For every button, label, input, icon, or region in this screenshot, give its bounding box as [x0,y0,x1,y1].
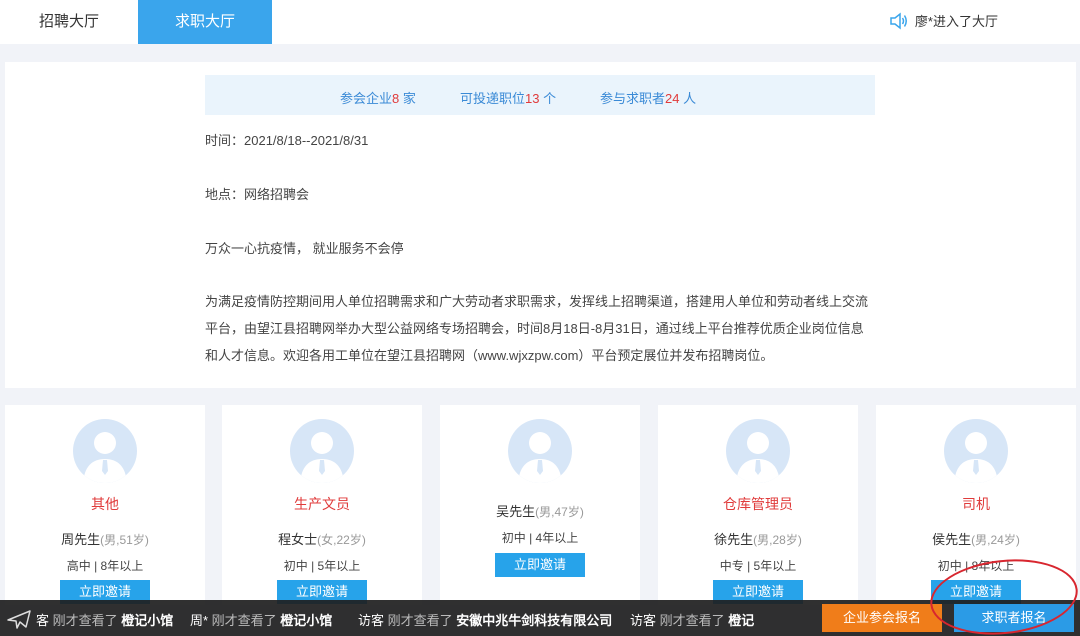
notice-text: 进入了大厅 [932,14,998,29]
stat-positions-label: 可投递职位 [460,91,526,106]
stat-seekers-label: 参与求职者 [600,91,666,106]
stat-positions-unit: 个 [539,91,557,106]
ticker-action: 刚才查看了 [384,613,457,628]
ticker-action: 刚才查看了 [49,613,122,628]
candidate-meta: (女,22岁) [317,533,366,547]
invite-button[interactable]: 立即邀请 [495,553,585,577]
candidate-meta: (男,47岁) [535,505,584,519]
stats-bar: 参会企业8 家 可投递职位13 个 参与求职者24 人 [205,75,875,115]
avatar [726,419,790,483]
avatar [508,419,572,483]
candidate-name-text: 吴先生 [496,504,536,519]
enterprise-signup-button[interactable]: 企业参会报名 [822,604,942,632]
candidate-card: 其他 周先生(男,51岁) 高中 | 8年以上 立即邀请 [5,405,205,605]
candidate-meta: (男,28岁) [753,533,802,547]
candidate-meta: (男,51岁) [100,533,149,547]
candidate-job-title: 其他 [91,496,119,512]
candidate-card: 仓库管理员 徐先生(男,28岁) 中专 | 5年以上 立即邀请 [658,405,858,605]
bottom-ticker-bar: 客 刚才查看了 橙记小馆 周* 刚才查看了 橙记小馆 访客 刚才查看了 安徽中兆… [0,600,1080,636]
candidate-card: 司机 侯先生(男,24岁) 初中 | 8年以上 立即邀请 [876,405,1076,605]
avatar [290,419,354,483]
jobseeker-signup-button[interactable]: 求职者报名 [954,604,1074,632]
fair-location: 地点：网络招聘会 [205,187,310,202]
stat-companies-label: 参会企业 [340,91,393,106]
ticker-visitor: 周* [190,613,209,628]
candidate-job-title: 仓库管理员 [723,496,793,512]
candidate-name-text: 周先生 [61,532,101,547]
candidate-education: 初中 | 5年以上 [283,559,361,573]
candidate-name: 吴先生(男,47岁) [440,501,640,520]
fair-slogan: 万众一心抗疫情， 就业服务不会停 [205,241,404,256]
candidate-name-text: 侯先生 [932,532,972,547]
candidate-education: 初中 | 4年以上 [501,531,579,545]
stat-seekers-unit: 人 [679,91,697,106]
candidate-meta: (男,24岁) [971,533,1020,547]
stat-positions-value: 13 [525,91,540,106]
entry-notice: 廖* 进入了大厅 [889,11,998,30]
candidate-name: 程女士(女,22岁) [222,529,422,548]
avatar [73,419,137,483]
candidate-name-text: 程女士 [278,532,318,547]
ticker-visitor: 访客 [358,613,385,628]
top-bar: 招聘大厅 求职大厅 廖* 进入了大厅 [0,0,1080,44]
candidate-name-text: 徐先生 [714,532,754,547]
ticker-item: 访客 刚才查看了 安徽中兆牛剑科技有限公司 [358,610,612,629]
candidate-education: 中专 | 5年以上 [719,559,797,573]
ticker-item: 客 刚才查看了 橙记小馆 [36,610,173,629]
tab-recruit-hall[interactable]: 招聘大厅 [0,0,138,44]
ticker-action: 刚才查看了 [656,613,729,628]
ticker-action: 刚才查看了 [208,613,281,628]
ticker-item: 周* 刚才查看了 橙记小馆 [190,610,332,629]
stat-seekers: 参与求职者24 人 [600,88,696,107]
fair-time: 时间：2021/8/18--2021/8/31 [205,133,369,148]
candidate-card: 生产文员 程女士(女,22岁) 初中 | 5年以上 立即邀请 [222,405,422,605]
candidate-education: 高中 | 8年以上 [66,559,144,573]
fair-description: 为满足疫情防控期间用人单位招聘需求和广大劳动者求职需求，发挥线上招聘渠道，搭建用… [205,294,869,363]
ticker-target[interactable]: 安徽中兆牛剑科技有限公司 [456,613,612,628]
candidate-name: 徐先生(男,28岁) [658,529,858,548]
stat-companies-unit: 家 [399,91,416,106]
fair-info-card: 参会企业8 家 可投递职位13 个 参与求职者24 人 时间：2021/8/18… [5,62,1076,388]
ticker-target[interactable]: 橙记小馆 [280,613,332,628]
stat-seekers-value: 24 [665,91,680,106]
candidate-education: 初中 | 8年以上 [937,559,1015,573]
candidate-name: 周先生(男,51岁) [5,529,205,548]
candidate-name: 侯先生(男,24岁) [876,529,1076,548]
stat-companies: 参会企业8 家 [340,88,416,107]
airplane-icon [7,610,31,629]
candidate-job-title: 司机 [962,496,990,512]
candidate-card: 吴先生(男,47岁) 初中 | 4年以上 立即邀请 [440,405,640,605]
ticker-item: 访客 刚才查看了 橙记 [630,610,754,629]
ticker-target[interactable]: 橙记小馆 [121,613,173,628]
notice-user: 廖* [914,14,933,29]
ticker-visitor: 客 [36,613,50,628]
stat-positions: 可投递职位13 个 [460,88,556,107]
tab-jobseeker-hall[interactable]: 求职大厅 [138,0,272,44]
ticker-target[interactable]: 橙记 [728,613,754,628]
candidate-job-title: 生产文员 [294,496,350,512]
ticker-visitor: 访客 [630,613,657,628]
speaker-icon [890,11,907,30]
avatar [944,419,1008,483]
